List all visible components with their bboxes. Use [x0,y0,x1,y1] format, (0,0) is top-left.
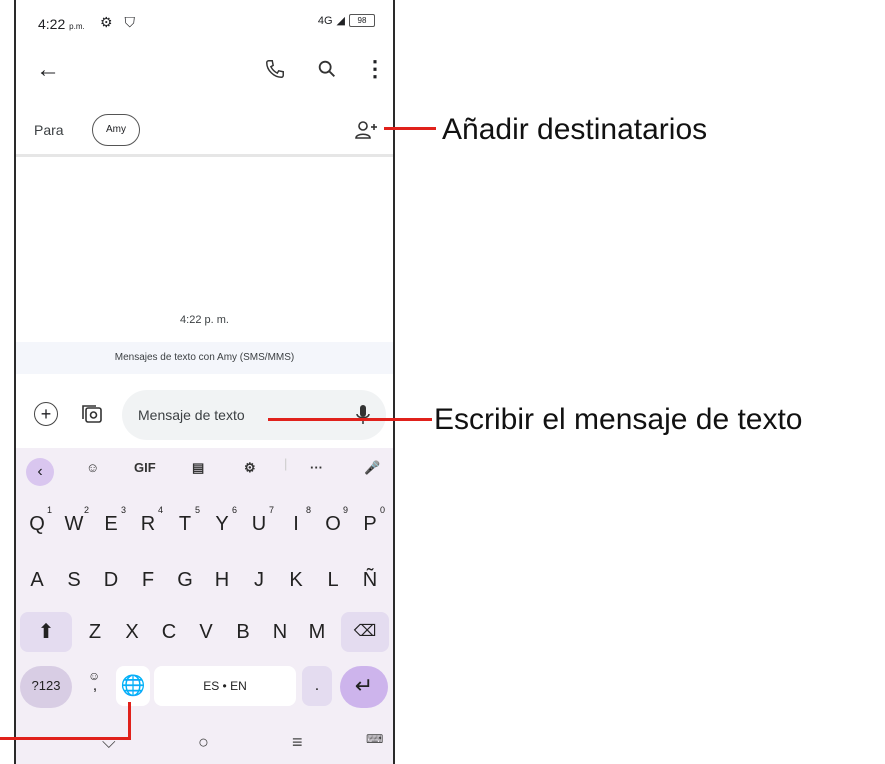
recents-menu-icon[interactable]: ≡ [292,732,303,753]
key-l[interactable]: L [316,560,350,600]
key-a[interactable]: A [20,560,54,600]
key-q[interactable]: Q1 [20,504,54,544]
callout-line-globe-horizontal [0,737,131,740]
plus-circle-icon[interactable]: + [34,402,58,426]
phone-icon[interactable] [264,58,286,85]
keyboard-mic-icon[interactable]: 🎤 [364,460,380,476]
callout-line-globe-vertical [128,702,131,740]
key-m[interactable]: M [300,612,334,652]
search-icon[interactable] [316,58,338,85]
key-x[interactable]: X [115,612,149,652]
keyboard-toolbar: ‹ ☺ GIF ▤ ⚙ | ··· 🎤 [16,452,393,492]
notification-icons: ⚙ ⛉ [100,14,139,30]
numbers-key[interactable]: ?123 [20,666,72,708]
gallery-camera-icon[interactable] [80,402,104,431]
key-t[interactable]: T5 [168,504,202,544]
gif-button[interactable]: GIF [134,460,156,475]
key-o[interactable]: O9 [316,504,350,544]
key-j[interactable]: J [242,560,276,600]
key-d[interactable]: D [94,560,128,600]
phone-screen: 4:22 p.m. ⚙ ⛉ 4G ◢ 98 ← ⋮ Para Amy 4:22 … [14,0,395,764]
space-key[interactable]: ES • EN [154,666,296,706]
recipient-chip[interactable]: Amy [92,114,140,146]
home-circle-icon[interactable]: ○ [198,732,209,753]
message-placeholder: Mensaje de texto [138,407,245,423]
more-tools-button[interactable]: ··· [310,460,323,475]
globe-icon[interactable]: 🌐 [116,666,150,706]
status-time: 4:22 p.m. [38,16,85,32]
callout-line-recipients [384,127,436,130]
sticker-icon[interactable]: ☺ [86,460,99,475]
key-n[interactable]: N [263,612,297,652]
add-person-icon[interactable] [354,120,380,145]
emoji-icon: ☺ [88,669,101,683]
clipboard-icon[interactable]: ▤ [192,460,204,476]
key-i[interactable]: I8 [279,504,313,544]
comma-key[interactable]: ☺, [78,666,112,706]
conversation-info: Mensajes de texto con Amy (SMS/MMS) [16,342,393,374]
soft-keyboard: ‹ ☺ GIF ▤ ⚙ | ··· 🎤 Q1 W2 E3 R4 T5 Y6 U7… [16,448,393,764]
callout-line-message [268,418,432,421]
message-timestamp: 4:22 p. m. [180,314,229,326]
key-s[interactable]: S [57,560,91,600]
key-b[interactable]: B [226,612,260,652]
status-bar: 4:22 p.m. ⚙ ⛉ 4G ◢ 98 [16,0,393,44]
key-r[interactable]: R4 [131,504,165,544]
key-h[interactable]: H [205,560,239,600]
period-key[interactable]: . [302,666,332,706]
compose-row: + Mensaje de texto [16,388,393,442]
key-k[interactable]: K [279,560,313,600]
key-e[interactable]: E3 [94,504,128,544]
battery-icon: 98 [349,14,375,27]
app-toolbar: ← ⋮ [16,52,393,92]
key-u[interactable]: U7 [242,504,276,544]
chevron-down-icon[interactable]: ⌵ [102,732,116,753]
to-label: Para [34,122,64,138]
key-z[interactable]: Z [78,612,112,652]
status-icons: 4G ◢ 98 [318,14,375,27]
key-n-tilde[interactable]: Ñ [353,560,387,600]
signal-icon: ◢ [336,15,345,27]
key-v[interactable]: V [189,612,223,652]
key-c[interactable]: C [152,612,186,652]
gear-icon[interactable]: ⚙ [244,460,256,476]
chevron-left-icon[interactable]: ‹ [26,458,54,486]
toolbar-divider: | [284,456,288,471]
callout-write-message: Escribir el mensaje de texto [434,403,803,436]
shift-icon[interactable]: ⬆ [20,612,72,652]
recipient-row: Para Amy [16,108,393,157]
key-f[interactable]: F [131,560,165,600]
more-vert-icon[interactable]: ⋮ [364,56,386,82]
arrow-left-icon[interactable]: ← [36,56,60,84]
key-g[interactable]: G [168,560,202,600]
backspace-icon[interactable]: ⌫ [341,612,389,652]
network-label: 4G [317,14,333,27]
key-y[interactable]: Y6 [205,504,239,544]
callout-add-recipients: Añadir destinatarios [442,113,708,146]
message-input[interactable]: Mensaje de texto [122,390,386,440]
key-p[interactable]: P0 [353,504,387,544]
keyboard-switch-icon[interactable]: ⌨ [366,732,383,746]
key-w[interactable]: W2 [57,504,91,544]
system-nav-bar: ⌵ ○ ≡ ⌨ [16,724,393,764]
enter-icon[interactable]: ↵ [340,666,388,708]
